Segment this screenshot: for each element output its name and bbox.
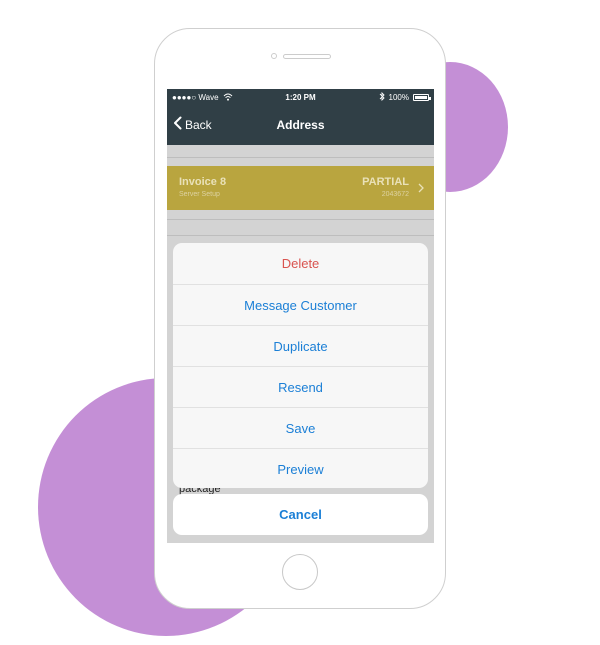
invoice-title: Invoice 8: [179, 176, 227, 188]
wifi-icon: [223, 93, 233, 103]
status-bar: ●●●●○ Wave 1:20 PM 100%: [167, 89, 434, 106]
preview-button[interactable]: Preview: [173, 448, 428, 488]
divider: [167, 219, 434, 220]
battery-icon: [413, 94, 431, 101]
home-button[interactable]: [282, 554, 318, 590]
delete-button[interactable]: Delete: [173, 243, 428, 284]
invoice-row[interactable]: Invoice 8 Server Setup PARTIAL 2043672: [167, 166, 434, 210]
divider: [167, 157, 434, 158]
invoice-number: 2043672: [381, 191, 409, 198]
front-camera: [271, 53, 277, 59]
page-title: Address: [276, 118, 325, 132]
earpiece-speaker: [283, 54, 331, 59]
carrier-label: ●●●●○ Wave: [172, 93, 219, 102]
navigation-bar: Back Address: [167, 106, 434, 145]
cancel-button[interactable]: Cancel: [173, 494, 428, 535]
divider: [167, 235, 434, 236]
chevron-right-icon: [418, 180, 424, 198]
save-button[interactable]: Save: [173, 407, 428, 448]
invoice-status-badge: PARTIAL: [362, 176, 409, 188]
bluetooth-icon: [379, 91, 385, 103]
battery-percent: 100%: [388, 93, 409, 102]
action-sheet: Delete Message Customer Duplicate Resend…: [173, 243, 428, 488]
invoice-subtitle: Server Setup: [179, 191, 220, 198]
phone-screen: ●●●●○ Wave 1:20 PM 100% Back Address Inv…: [167, 89, 434, 543]
resend-button[interactable]: Resend: [173, 366, 428, 407]
duplicate-button[interactable]: Duplicate: [173, 325, 428, 366]
message-customer-button[interactable]: Message Customer: [173, 284, 428, 325]
phone-frame: ●●●●○ Wave 1:20 PM 100% Back Address Inv…: [154, 28, 446, 609]
